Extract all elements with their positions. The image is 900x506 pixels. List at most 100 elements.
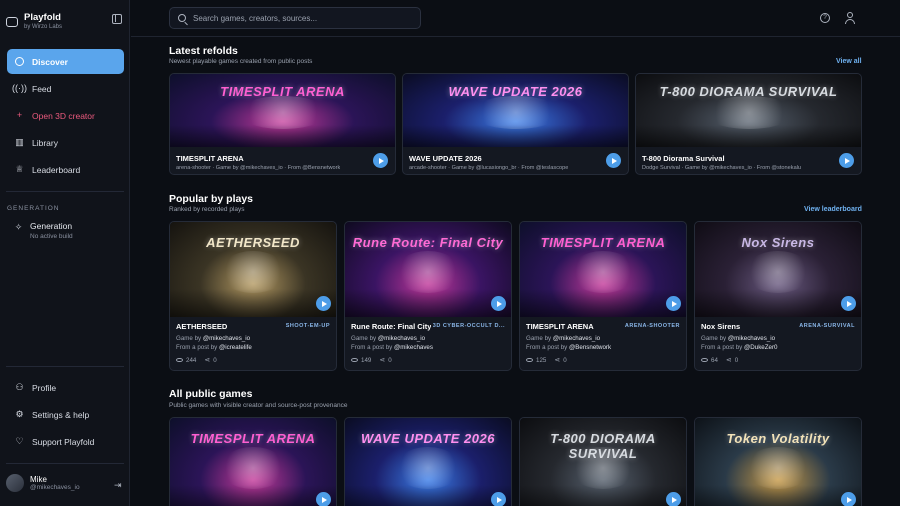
user-profile[interactable]: Mike @mikechaves_io xyxy=(6,474,80,492)
nav-discover[interactable]: Discover xyxy=(7,49,124,74)
from-post-label: From a post by xyxy=(701,344,743,351)
game-card[interactable]: Nox Sirens Nox Sirens ARENA-SURVIVAL Game b… xyxy=(694,221,862,371)
play-count: 64 xyxy=(711,356,718,364)
sparkles-icon: ✧ xyxy=(14,222,23,232)
play-icon xyxy=(321,300,327,307)
game-thumbnail: WAVE UPDATE 2026 xyxy=(403,74,628,147)
logout-icon[interactable]: ⇥ xyxy=(114,480,122,491)
game-card[interactable]: TIMESPLIT ARENA TIMESPLIT ARENA ARENA-SHOO… xyxy=(519,221,687,371)
game-thumbnail: WAVE UPDATE 2026 xyxy=(345,418,511,506)
thumbnail-glow xyxy=(394,446,462,490)
game-stats: 125 ⋖ 0 xyxy=(526,356,567,364)
search-input[interactable] xyxy=(193,13,413,23)
play-icon xyxy=(846,300,852,307)
game-card[interactable]: WAVE UPDATE 2026 WAVE UPDATE 2026 arcade-s… xyxy=(402,73,629,175)
brand[interactable]: Playfold by Wirzo Labs xyxy=(6,12,62,31)
game-title: T-800 Diorama Survival xyxy=(642,154,725,163)
nav-label: Profile xyxy=(32,382,57,393)
game-source: From a post by @DukeZer0 xyxy=(701,344,777,351)
game-card[interactable]: Token Volatility xyxy=(694,417,862,506)
section-subtitle-popular: Ranked by recorded plays xyxy=(169,206,245,213)
game-thumbnail: TIMESPLIT ARENA xyxy=(520,222,686,317)
gamepad-icon xyxy=(6,16,18,27)
nav-leaderboard[interactable]: ♕ Leaderboard xyxy=(7,157,124,182)
nav-feed[interactable]: ((·)) Feed xyxy=(7,76,124,101)
game-card[interactable]: T-800 DIORAMA SURVIVAL T-800 Diorama Surv… xyxy=(635,73,862,175)
nav-open-3d-creator[interactable]: + Open 3D creator xyxy=(7,103,124,128)
eye-icon xyxy=(701,357,708,363)
game-title: TIMESPLIT ARENA xyxy=(176,154,244,163)
brand-subtitle: by Wirzo Labs xyxy=(24,24,63,30)
game-card[interactable]: TIMESPLIT ARENA xyxy=(169,417,337,506)
eye-icon xyxy=(351,357,358,363)
play-button[interactable] xyxy=(666,296,681,311)
play-button[interactable] xyxy=(841,492,856,506)
game-genre-tag: ARENA-SHOOTER xyxy=(624,323,680,329)
game-by-label: Game by xyxy=(176,335,202,342)
plus-icon: + xyxy=(16,110,23,120)
search-bar[interactable] xyxy=(169,7,421,29)
game-thumbnail: Token Volatility xyxy=(695,418,861,506)
play-button[interactable] xyxy=(841,296,856,311)
nav-support[interactable]: ♡ Support Playfold xyxy=(7,429,124,454)
thumbnail-glow xyxy=(744,446,812,490)
play-button[interactable] xyxy=(606,153,621,168)
avatar xyxy=(6,474,24,492)
play-button[interactable] xyxy=(316,492,331,506)
game-title: Nox Sirens xyxy=(701,322,741,331)
nav-label: Open 3D creator xyxy=(32,110,95,121)
thumbnail-title-art: Rune Route: Final City xyxy=(352,235,504,251)
play-count: 125 xyxy=(536,356,547,364)
play-icon xyxy=(846,496,852,503)
share-count: 0 xyxy=(388,356,392,364)
nav-label: Settings & help xyxy=(32,409,90,420)
nav-library[interactable]: ▥ Library xyxy=(7,130,124,155)
section-subtitle-all: Public games with visible creator and so… xyxy=(169,402,348,409)
thumbnail-title-art: T-800 DIORAMA SURVIVAL xyxy=(550,431,656,462)
creator-handle: @mikechaves_io xyxy=(727,335,776,342)
view-leaderboard-link[interactable]: View leaderboard xyxy=(804,206,862,213)
generation-status[interactable]: ✧ Generation No active build xyxy=(14,221,73,240)
nav-label: Leaderboard xyxy=(32,164,81,175)
play-icon xyxy=(844,157,850,164)
nav-label: Support Playfold xyxy=(32,436,95,447)
play-button[interactable] xyxy=(316,296,331,311)
sidebar-toggle-icon[interactable] xyxy=(112,14,122,24)
help-icon[interactable]: ? xyxy=(820,13,830,23)
game-title: WAVE UPDATE 2026 xyxy=(409,154,482,163)
nav-settings-help[interactable]: ⚙ Settings & help xyxy=(7,402,124,427)
play-button[interactable] xyxy=(491,492,506,506)
thumbnail-title-art: AETHERSEED xyxy=(206,235,300,251)
generation-section-label: GENERATION xyxy=(7,205,60,212)
game-by-label: Game by xyxy=(701,335,727,342)
source-handle: @mikechaves xyxy=(394,344,433,351)
account-icon[interactable] xyxy=(844,12,855,24)
nav-profile[interactable]: ⚇ Profile xyxy=(7,375,124,400)
thumbnail-glow xyxy=(569,250,637,294)
play-icon xyxy=(321,496,327,503)
play-button[interactable] xyxy=(839,153,854,168)
share-count: 0 xyxy=(213,356,217,364)
compass-icon xyxy=(15,57,24,66)
share-icon: ⋖ xyxy=(204,357,211,364)
game-card[interactable]: WAVE UPDATE 2026 xyxy=(344,417,512,506)
game-title: TIMESPLIT ARENA xyxy=(526,322,594,331)
play-button[interactable] xyxy=(666,492,681,506)
person-icon: ⚇ xyxy=(15,382,24,392)
share-count: 0 xyxy=(563,356,567,364)
game-title: AETHERSEED xyxy=(176,322,228,331)
game-card[interactable]: Rune Route: Final City Rune Route: Final … xyxy=(344,221,512,371)
game-card[interactable]: TIMESPLIT ARENA TIMESPLIT ARENA arena-shoo… xyxy=(169,73,396,175)
thumbnail-ground xyxy=(170,484,336,506)
game-card[interactable]: AETHERSEED AETHERSEED SHOOT-EM-UP Game by @… xyxy=(169,221,337,371)
thumbnail-title-art: WAVE UPDATE 2026 xyxy=(448,84,583,100)
view-all-link[interactable]: View all xyxy=(836,58,862,65)
creator-handle: @mikechaves_io xyxy=(552,335,601,342)
play-button[interactable] xyxy=(491,296,506,311)
heart-icon: ♡ xyxy=(15,436,24,446)
play-button[interactable] xyxy=(373,153,388,168)
eye-icon xyxy=(526,357,533,363)
thumbnail-glow xyxy=(219,250,287,294)
game-card[interactable]: T-800 DIORAMA SURVIVAL xyxy=(519,417,687,506)
divider xyxy=(6,366,124,367)
